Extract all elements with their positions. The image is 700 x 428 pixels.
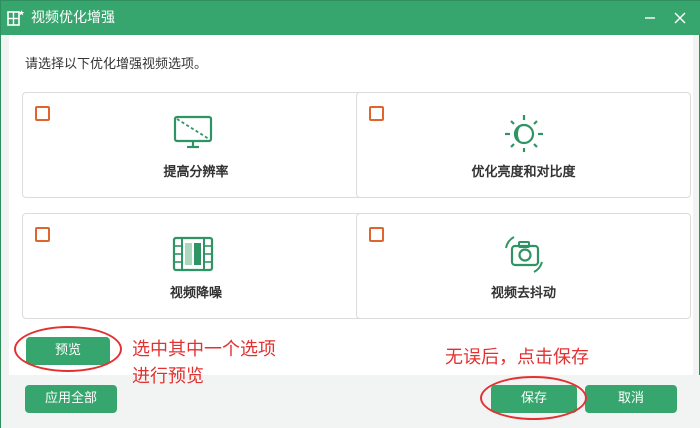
close-icon <box>674 12 686 24</box>
option-card-resolution[interactable]: 提高分辨率 <box>22 92 370 198</box>
brightness-icon <box>505 115 543 152</box>
brightness-label: 优化亮度和对比度 <box>471 165 576 180</box>
app-logo-icon <box>7 10 25 26</box>
resolution-checkbox[interactable] <box>35 106 50 121</box>
cancel-button[interactable]: 取消 <box>585 385 677 413</box>
annotation-save-note: 无误后，点击保存 <box>445 347 589 368</box>
brightness-checkbox[interactable] <box>369 106 384 121</box>
minimize-button[interactable] <box>637 7 663 29</box>
close-button[interactable] <box>667 7 693 29</box>
save-highlight-ellipse <box>480 376 587 420</box>
apply-all-button[interactable]: 应用全部 <box>25 385 117 413</box>
option-card-brightness[interactable]: 优化亮度和对比度 <box>356 92 691 198</box>
title-bar: 视频优化增强 <box>1 1 700 35</box>
annotation-preview-line2: 进行预览 <box>132 366 204 387</box>
content-panel: 请选择以下优化增强视频选项。 <box>9 35 693 375</box>
denoise-checkbox[interactable] <box>35 227 50 242</box>
annotation-preview-line1: 选中其中一个选项 <box>132 339 276 360</box>
minimize-icon <box>645 17 655 19</box>
camera-stabilize-icon <box>505 236 543 273</box>
denoise-label: 视频降噪 <box>169 286 222 301</box>
option-card-denoise[interactable]: 视频降噪 <box>22 213 370 319</box>
instruction-text: 请选择以下优化增强视频选项。 <box>25 57 208 72</box>
option-card-stabilize[interactable]: 视频去抖动 <box>356 213 691 319</box>
stabilize-checkbox[interactable] <box>369 227 384 242</box>
resolution-label: 提高分辨率 <box>163 165 229 180</box>
stabilize-label: 视频去抖动 <box>490 286 556 301</box>
window-title: 视频优化增强 <box>31 10 115 26</box>
film-denoise-icon <box>172 236 214 272</box>
preview-highlight-ellipse <box>14 326 122 372</box>
video-enhance-dialog: 视频优化增强 请选择以下优化增强视频选项。 提高分辨率 优化亮度和对比度 视频降… <box>0 0 700 428</box>
monitor-resolution-icon <box>173 115 213 149</box>
